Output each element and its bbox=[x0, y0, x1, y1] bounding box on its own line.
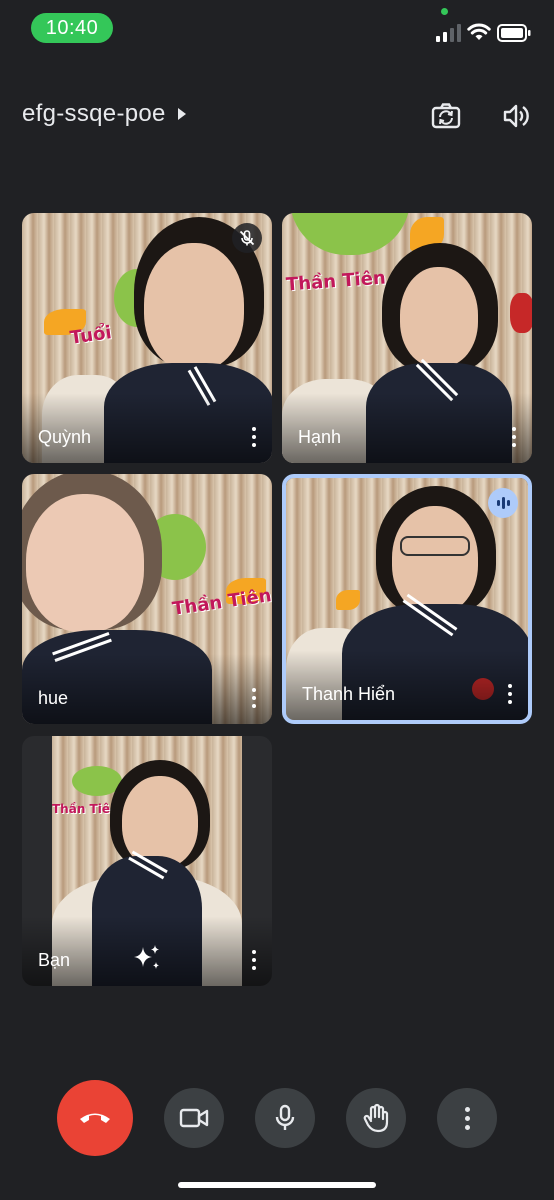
raise-hand-button[interactable] bbox=[346, 1088, 406, 1148]
participant-options-button[interactable] bbox=[242, 684, 266, 712]
more-vert-icon bbox=[252, 688, 256, 692]
participant-tile[interactable]: Thần Tiên hue bbox=[22, 474, 272, 724]
volume-icon bbox=[503, 104, 529, 128]
participant-options-button[interactable] bbox=[242, 946, 266, 974]
phone-hangup-icon bbox=[80, 1113, 110, 1123]
hand-icon bbox=[363, 1103, 389, 1133]
mic-icon bbox=[275, 1104, 295, 1130]
participant-name: Bạn bbox=[38, 950, 71, 970]
status-time: 10:40 bbox=[31, 13, 113, 43]
chevron-right-icon bbox=[177, 108, 186, 120]
more-options-button[interactable] bbox=[437, 1088, 497, 1148]
audio-output-button[interactable] bbox=[496, 96, 536, 136]
camera-flip-icon bbox=[431, 103, 461, 129]
camera-in-use-dot bbox=[441, 8, 448, 15]
wifi-icon bbox=[467, 23, 491, 40]
self-view-tile[interactable]: Thần Tiên Bạn bbox=[22, 736, 272, 986]
end-call-button[interactable] bbox=[57, 1080, 133, 1156]
participant-options-button[interactable] bbox=[498, 680, 522, 708]
participant-name: Quỳnh bbox=[38, 427, 92, 447]
meeting-code-label: efg-ssqe-poe bbox=[22, 100, 166, 127]
participant-options-button[interactable] bbox=[502, 423, 526, 451]
backdrop-text: Thần Tiên bbox=[52, 802, 119, 816]
participant-name: Thanh Hiển bbox=[302, 684, 396, 704]
more-vert-icon bbox=[252, 950, 256, 954]
audio-level-icon bbox=[488, 488, 518, 518]
home-indicator[interactable] bbox=[178, 1182, 376, 1188]
videocam-icon bbox=[179, 1108, 209, 1128]
camera-toggle-button[interactable] bbox=[164, 1088, 224, 1148]
meeting-code-button[interactable]: efg-ssqe-poe bbox=[22, 100, 186, 128]
more-vert-icon bbox=[464, 1106, 470, 1112]
status-bar: 10:40 bbox=[0, 0, 554, 56]
flip-camera-button[interactable] bbox=[426, 96, 466, 136]
mic-off-icon bbox=[239, 230, 255, 246]
microphone-toggle-button[interactable] bbox=[255, 1088, 315, 1148]
cellular-signal-icon bbox=[436, 24, 461, 42]
muted-indicator bbox=[232, 223, 262, 253]
participant-name: Hạnh bbox=[298, 427, 342, 447]
participant-tile[interactable]: Tuổi Quỳnh bbox=[22, 213, 272, 463]
participant-tile-active-speaker[interactable]: Thanh Hiển bbox=[282, 474, 532, 724]
sparkle-icon[interactable] bbox=[130, 942, 164, 976]
participant-name: hue bbox=[38, 688, 69, 708]
battery-icon bbox=[497, 24, 531, 42]
participant-tile[interactable]: Thần Tiên Hạnh bbox=[282, 213, 532, 463]
call-controls bbox=[0, 1080, 554, 1156]
more-vert-icon bbox=[512, 427, 516, 431]
more-vert-icon bbox=[508, 684, 512, 688]
participant-options-button[interactable] bbox=[242, 423, 266, 451]
more-vert-icon bbox=[252, 427, 256, 431]
meeting-header: efg-ssqe-poe bbox=[0, 88, 554, 140]
